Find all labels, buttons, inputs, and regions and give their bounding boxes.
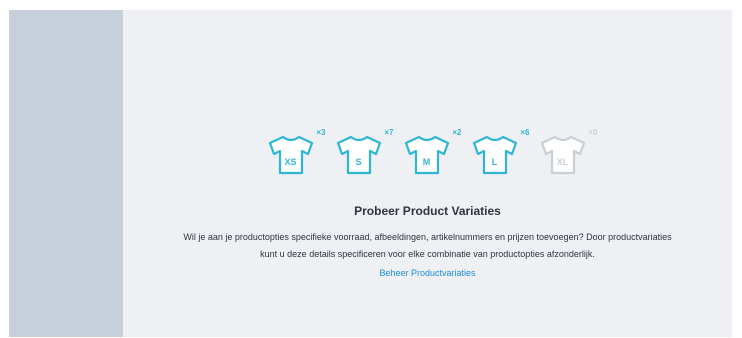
variation-size-label: L — [491, 157, 498, 167]
tshirt-icon — [472, 135, 517, 175]
manage-variations-link[interactable]: Beheer Productvariaties — [379, 265, 475, 281]
variation-count-badge: ×7 — [384, 128, 394, 137]
promo-title: Probeer Product Variaties — [354, 204, 501, 218]
promo-description: Wil je aan je productopties specifieke v… — [183, 232, 672, 259]
tshirt-icon — [404, 135, 449, 175]
tshirt-icon — [268, 135, 313, 175]
variation-size-label: M — [422, 157, 431, 167]
tshirt-icon — [336, 135, 381, 175]
variation-xl: XL ×0 — [538, 128, 598, 176]
variation-xs: XS ×3 — [266, 128, 326, 176]
variation-illustration: XS ×3 S ×7 M ×2 L ×6 XL ×0 — [123, 128, 732, 176]
variation-l: L ×6 — [470, 128, 530, 176]
variation-count-badge: ×0 — [588, 128, 598, 137]
variation-count-badge: ×2 — [452, 128, 462, 137]
variation-m: M ×2 — [402, 128, 462, 176]
variation-count-badge: ×6 — [520, 128, 530, 137]
promo-content: Probeer Product Variaties Wil je aan je … — [123, 204, 732, 281]
variation-size-label: XL — [556, 157, 569, 167]
main-panel: XS ×3 S ×7 M ×2 L ×6 XL ×0 Probeer Product Variat… — [123, 10, 732, 337]
tshirt-icon — [540, 135, 585, 175]
variation-size-label: S — [355, 157, 362, 167]
sidebar — [9, 10, 123, 337]
variation-s: S ×7 — [334, 128, 394, 176]
variation-size-label: XS — [284, 157, 297, 167]
variation-count-badge: ×3 — [316, 128, 326, 137]
app-frame: XS ×3 S ×7 M ×2 L ×6 XL ×0 Probeer Product Variat… — [9, 10, 732, 337]
